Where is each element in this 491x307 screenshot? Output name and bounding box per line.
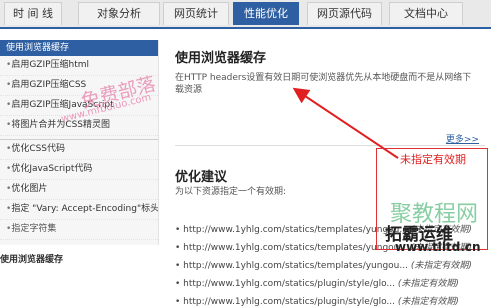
caption: 使用浏览器缓存 <box>0 255 64 265</box>
resource-item[interactable]: • http://www.1yhlg.com/statics/plugin/st… <box>175 294 475 307</box>
annotation-label: 未指定有效期 <box>400 153 466 166</box>
resource-url[interactable]: • http://www.1yhlg.com/statics/plugin/st… <box>175 297 395 307</box>
watermark-tuoba-url: www.tlltd.cn <box>395 240 481 254</box>
resource-item[interactable]: • http://www.1yhlg.com/statics/plugin/st… <box>175 276 475 289</box>
resource-note: (未指定有效期) <box>397 279 459 289</box>
resource-url[interactable]: • http://www.1yhlg.com/statics/templates… <box>175 261 408 271</box>
resource-url[interactable]: • http://www.1yhlg.com/statics/plugin/st… <box>175 279 395 289</box>
resource-note: (未指定有效期) <box>397 297 459 307</box>
resource-note: (未指定有效期) <box>410 261 472 271</box>
